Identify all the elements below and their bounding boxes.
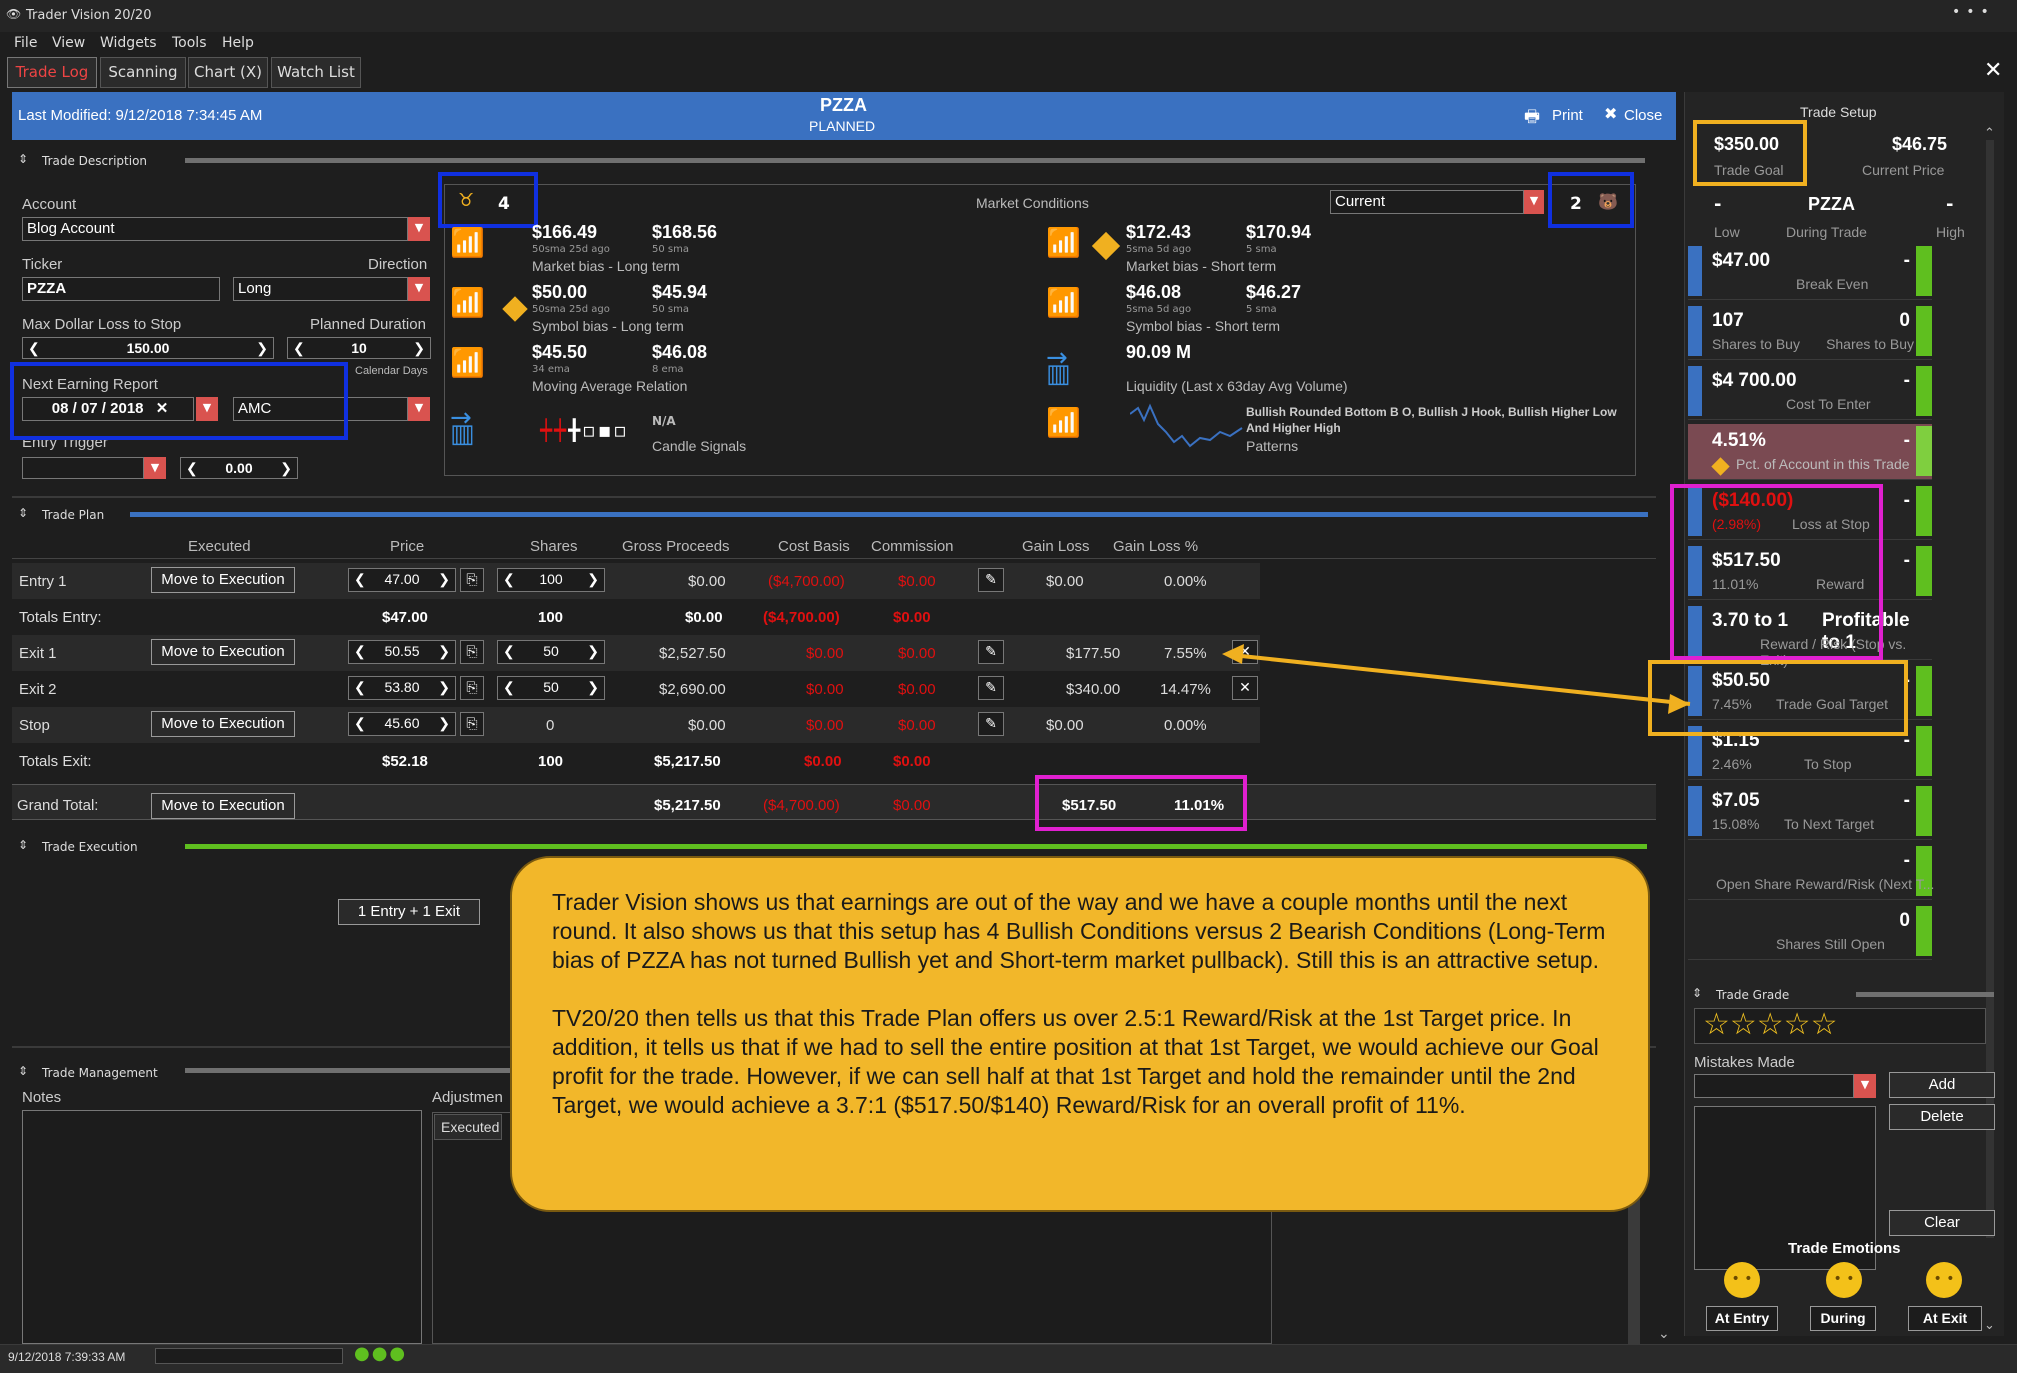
arrow-to-exit1 — [1231, 653, 1691, 706]
annotation-arrows — [1222, 644, 1691, 714]
arrow-head — [1668, 694, 1690, 714]
arrow-head — [1222, 644, 1244, 664]
